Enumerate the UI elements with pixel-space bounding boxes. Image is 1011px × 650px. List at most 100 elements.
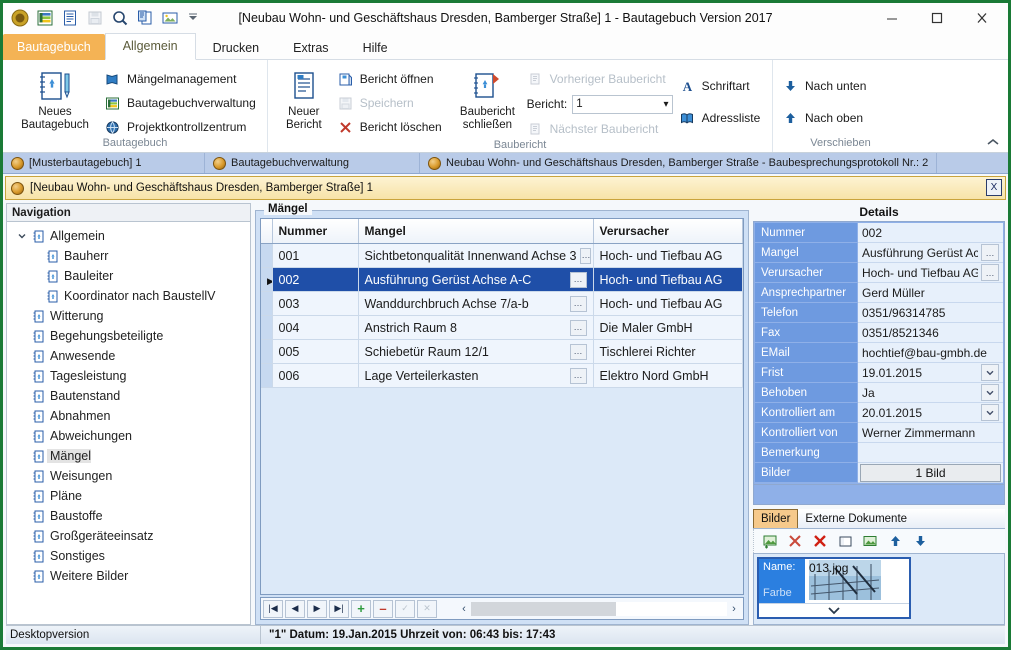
view-picture-icon[interactable] xyxy=(862,533,878,549)
mdi-tab-bautagebuchverwaltung[interactable]: Bautagebuchverwaltung xyxy=(205,153,420,173)
detail-value-field[interactable]: hochtief@bau-gmbh.de xyxy=(858,343,1003,363)
tab-allgemein[interactable]: Allgemein xyxy=(105,33,196,60)
delete-record-button[interactable]: – xyxy=(373,600,393,618)
tab-bautagebuch-app[interactable]: Bautagebuch xyxy=(3,34,105,60)
table-row[interactable]: 005Schiebetür Raum 12/1…Tischlerei Richt… xyxy=(261,340,743,364)
cell-ellipsis-button[interactable]: … xyxy=(570,344,587,360)
rename-picture-icon[interactable] xyxy=(837,533,853,549)
grid-horizontal-scrollbar[interactable]: ‹ › xyxy=(457,601,741,617)
cell-ellipsis-button[interactable]: … xyxy=(570,368,587,384)
nav-item-witterung[interactable]: Witterung xyxy=(7,306,250,326)
cell-ellipsis-button[interactable]: … xyxy=(570,320,587,336)
tab-bilder[interactable]: Bilder xyxy=(753,509,798,528)
add-picture-icon[interactable] xyxy=(762,533,778,549)
grid-header-nummer[interactable]: Nummer xyxy=(272,219,358,244)
ribbon-collapse-button[interactable] xyxy=(986,137,1000,150)
nav-item-bauherr[interactable]: Bauherr xyxy=(7,246,250,266)
nav-item-bauleiter[interactable]: Bauleiter xyxy=(7,266,250,286)
detail-value-field[interactable]: 0351/8521346 xyxy=(858,323,1003,343)
first-record-button[interactable]: |◀ xyxy=(263,600,283,618)
app-orb-icon[interactable] xyxy=(11,9,29,27)
bilder-count-button[interactable]: 1 Bild xyxy=(860,464,1001,482)
detail-value-field[interactable] xyxy=(858,443,1003,463)
cell-mangel[interactable]: Anstrich Raum 8… xyxy=(358,316,593,340)
nav-item-koordinator-nach-baustellv[interactable]: Koordinator nach BaustellV xyxy=(7,286,250,306)
schriftart-button[interactable]: A Schriftart xyxy=(676,76,766,96)
tab-extras[interactable]: Extras xyxy=(276,36,345,60)
cell-verursacher[interactable]: Die Maler GmbH xyxy=(593,316,743,340)
scroll-track[interactable] xyxy=(471,602,727,616)
table-row[interactable]: 006Lage Verteilerkasten…Elektro Nord Gmb… xyxy=(261,364,743,388)
cell-verursacher[interactable]: Hoch- und Tiefbau AG xyxy=(593,268,743,292)
cell-mangel[interactable]: Lage Verteilerkasten… xyxy=(358,364,593,388)
delete-picture-icon[interactable] xyxy=(812,533,828,549)
bericht-oeffnen-button[interactable]: Bericht öffnen xyxy=(334,69,452,89)
nav-item-begehungsbeteiligte[interactable]: Begehungsbeteiligte xyxy=(7,326,250,346)
cell-ellipsis-button[interactable]: … xyxy=(570,296,587,312)
neues-bautagebuch-button[interactable]: Neues Bautagebuch xyxy=(9,66,101,132)
close-button[interactable] xyxy=(959,3,1004,33)
report-icon[interactable] xyxy=(136,9,154,27)
minimize-button[interactable] xyxy=(869,3,914,33)
picture-thumbnail-card[interactable]: Name: Farbe xyxy=(757,557,911,619)
bericht-loeschen-button[interactable]: Bericht löschen xyxy=(334,117,452,137)
thumbnail-expand-button[interactable] xyxy=(759,603,909,617)
cell-mangel[interactable]: Ausführung Gerüst Achse A-C… xyxy=(358,268,593,292)
nav-item-pl-ne[interactable]: Pläne xyxy=(7,486,250,506)
document-icon[interactable] xyxy=(61,9,79,27)
bautagebuch-icon[interactable] xyxy=(36,9,54,27)
detail-value-field[interactable]: Gerd Müller xyxy=(858,283,1003,303)
detail-value-field[interactable]: 0351/96314785 xyxy=(858,303,1003,323)
nav-item-abnahmen[interactable]: Abnahmen xyxy=(7,406,250,426)
customize-qat-icon[interactable] xyxy=(186,9,200,27)
cell-nummer[interactable]: 006 xyxy=(272,364,358,388)
baubericht-schliessen-button[interactable]: Baubericht schließen xyxy=(451,66,523,132)
mdi-tab-baubesprechungsprotokoll[interactable]: Neubau Wohn- und Geschäftshaus Dresden, … xyxy=(420,153,937,173)
detail-value-field[interactable]: 1 Bild xyxy=(858,463,1003,483)
detail-ellipsis-button[interactable]: … xyxy=(981,244,999,261)
nav-item-allgemein[interactable]: Allgemein xyxy=(7,226,250,246)
nav-item-m-ngel[interactable]: Mängel xyxy=(7,446,250,466)
picture-icon[interactable] xyxy=(161,9,179,27)
nav-item-anwesende[interactable]: Anwesende xyxy=(7,346,250,366)
neuer-bericht-button[interactable]: Neuer Bericht xyxy=(274,66,334,132)
remove-picture-icon[interactable] xyxy=(787,533,803,549)
cell-mangel[interactable]: Sichtbetonqualität Innenwand Achse 3… xyxy=(358,244,593,268)
bautagebuchverwaltung-button[interactable]: Bautagebuchverwaltung xyxy=(101,93,259,113)
cell-ellipsis-button[interactable]: … xyxy=(570,272,587,288)
maengel-grid[interactable]: Nummer Mangel Verursacher 001Sichtbetonq… xyxy=(261,219,743,388)
detail-value-field[interactable]: Ausführung Gerüst Achse… xyxy=(858,243,1003,263)
cell-verursacher[interactable]: Hoch- und Tiefbau AG xyxy=(593,244,743,268)
cell-ellipsis-button[interactable]: … xyxy=(580,248,591,264)
cell-verursacher[interactable]: Tischlerei Richter xyxy=(593,340,743,364)
scroll-thumb[interactable] xyxy=(471,602,616,616)
nach-oben-button[interactable]: Nach oben xyxy=(779,108,869,128)
nav-item-sonstiges[interactable]: Sonstiges xyxy=(7,546,250,566)
detail-value-field[interactable]: 20.01.2015 xyxy=(858,403,1003,423)
table-row[interactable]: 004Anstrich Raum 8…Die Maler GmbH xyxy=(261,316,743,340)
table-row[interactable]: 001Sichtbetonqualität Innenwand Achse 3…… xyxy=(261,244,743,268)
cell-nummer[interactable]: 005 xyxy=(272,340,358,364)
detail-value-field[interactable]: Ja xyxy=(858,383,1003,403)
search-icon[interactable] xyxy=(111,9,129,27)
grid-header-verursacher[interactable]: Verursacher xyxy=(593,219,743,244)
chevron-down-icon[interactable] xyxy=(981,404,999,421)
nav-item-bautenstand[interactable]: Bautenstand xyxy=(7,386,250,406)
maximize-button[interactable] xyxy=(914,3,959,33)
cell-nummer[interactable]: 001 xyxy=(272,244,358,268)
detail-ellipsis-button[interactable]: … xyxy=(981,264,999,281)
detail-value-field[interactable]: Hoch- und Tiefbau AG… xyxy=(858,263,1003,283)
nav-item-baustoffe[interactable]: Baustoffe xyxy=(7,506,250,526)
detail-value-field[interactable]: Werner Zimmermann xyxy=(858,423,1003,443)
projektkontrollzentrum-button[interactable]: Projektkontrollzentrum xyxy=(101,117,259,137)
next-record-button[interactable]: ▶ xyxy=(307,600,327,618)
nach-unten-button[interactable]: Nach unten xyxy=(779,76,869,96)
expand-collapse-icon[interactable] xyxy=(15,231,29,241)
move-down-icon[interactable] xyxy=(912,533,928,549)
tab-externe-dokumente[interactable]: Externe Dokumente xyxy=(798,510,914,528)
nav-item-weitere-bilder[interactable]: Weitere Bilder xyxy=(7,566,250,586)
scroll-left-button[interactable]: ‹ xyxy=(457,603,471,615)
cell-mangel[interactable]: Wanddurchbruch Achse 7/a-b… xyxy=(358,292,593,316)
cell-nummer[interactable]: 002 xyxy=(272,268,358,292)
cell-nummer[interactable]: 004 xyxy=(272,316,358,340)
